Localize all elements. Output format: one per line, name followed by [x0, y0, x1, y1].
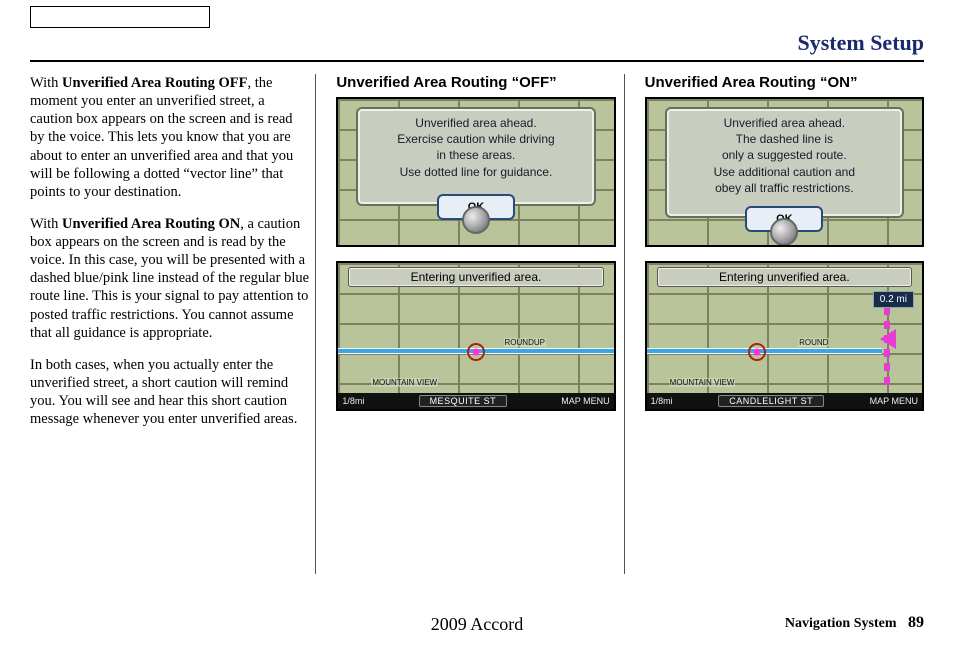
nav-screenshot-on-map: Entering unverified area. 0.2 mi ROUND M… [645, 261, 924, 411]
dial-knob-icon [770, 218, 798, 246]
map-menu-button[interactable]: MAP MENU [561, 396, 609, 406]
column-1: With Unverified Area Routing OFF, the mo… [30, 74, 316, 574]
turn-arrow-icon [880, 329, 896, 349]
dialog-line: Exercise caution while driving [364, 131, 587, 147]
footer-section: Navigation System [785, 616, 897, 631]
map-menu-button[interactable]: MAP MENU [870, 396, 918, 406]
nav-screenshot-off-dialog: Unverified area ahead. Exercise caution … [336, 97, 615, 247]
street-label: MOUNTAIN VIEW [669, 378, 736, 387]
page-header: System Setup [30, 30, 924, 62]
dialog-line: obey all traffic restrictions. [673, 180, 896, 196]
status-text: Entering unverified area. [719, 270, 850, 284]
street-label: MOUNTAIN VIEW [371, 378, 438, 387]
page-title: System Setup [797, 30, 924, 56]
status-text: Entering unverified area. [411, 270, 542, 284]
page-number: 89 [908, 614, 924, 631]
dialog-line: in these areas. [364, 147, 587, 163]
footer-right: Navigation System 89 [785, 614, 924, 632]
dialog-line: Use dotted line for guidance. [364, 164, 587, 180]
scale-label: 1/8mi [342, 396, 364, 406]
status-bar: Entering unverified area. [348, 267, 603, 287]
page-footer: 2009 Accord Navigation System 89 [30, 614, 924, 632]
map-bottom-bar: 1/8mi CANDLELIGHT ST MAP MENU [647, 393, 922, 409]
street-label: ROUND [798, 338, 829, 347]
col2-heading: Unverified Area Routing “OFF” [336, 74, 615, 91]
nav-screenshot-off-map: Entering unverified area. ROUNDUP MOUNTA… [336, 261, 615, 411]
current-street: MESQUITE ST [419, 395, 508, 407]
para-off: With Unverified Area Routing OFF, the mo… [30, 74, 309, 201]
vehicle-cursor-icon [748, 343, 766, 361]
map-bottom-bar: 1/8mi MESQUITE ST MAP MENU [338, 393, 613, 409]
street-label: ROUNDUP [504, 338, 546, 347]
distance-box: 0.2 mi [873, 291, 914, 308]
dial-knob-icon [462, 206, 490, 234]
dialog-line: Unverified area ahead. [673, 115, 896, 131]
dialog-line: The dashed line is [673, 131, 896, 147]
status-bar: Entering unverified area. [657, 267, 912, 287]
bold-off: Unverified Area Routing OFF [62, 75, 247, 91]
dialog-line: Unverified area ahead. [364, 115, 587, 131]
column-3: Unverified Area Routing “ON” Unverified … [637, 74, 924, 574]
col3-heading: Unverified Area Routing “ON” [645, 74, 924, 91]
text: With [30, 216, 62, 232]
caution-dialog: Unverified area ahead. The dashed line i… [665, 107, 904, 218]
text: , the moment you enter an unverified str… [30, 75, 293, 200]
nav-screenshot-on-dialog: Unverified area ahead. The dashed line i… [645, 97, 924, 247]
vehicle-cursor-icon [467, 343, 485, 361]
header-box [30, 6, 210, 28]
para-both: In both cases, when you actually enter t… [30, 356, 309, 429]
scale-label: 1/8mi [651, 396, 673, 406]
column-2: Unverified Area Routing “OFF” Unverified… [328, 74, 624, 574]
text: , a caution box appears on the screen an… [30, 216, 309, 341]
current-street: CANDLELIGHT ST [718, 395, 824, 407]
para-on: With Unverified Area Routing ON, a cauti… [30, 215, 309, 342]
text: With [30, 75, 62, 91]
footer-model: 2009 Accord [431, 614, 523, 635]
caution-dialog: Unverified area ahead. Exercise caution … [356, 107, 595, 206]
dialog-line: only a suggested route. [673, 147, 896, 163]
bold-on: Unverified Area Routing ON [62, 216, 240, 232]
dialog-line: Use additional caution and [673, 164, 896, 180]
